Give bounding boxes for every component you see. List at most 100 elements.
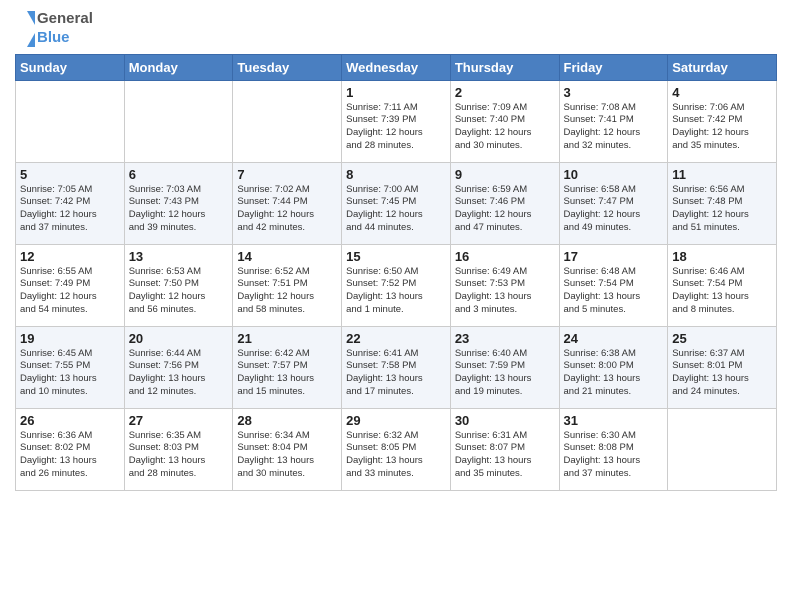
day-cell: 26 Sunrise: 6:36 AM Sunset: 8:02 PM Dayli… — [16, 408, 125, 490]
day-number: 31 — [564, 413, 664, 428]
day-info: Sunrise: 7:05 AM Sunset: 7:42 PM Dayligh… — [20, 184, 120, 235]
day-number: 8 — [346, 167, 446, 182]
day-number: 22 — [346, 331, 446, 346]
day-cell: 21 Sunrise: 6:42 AM Sunset: 7:57 PM Dayli… — [233, 326, 342, 408]
day-cell: 10 Sunrise: 6:58 AM Sunset: 7:47 PM Dayli… — [559, 162, 668, 244]
week-row-4: 19 Sunrise: 6:45 AM Sunset: 7:55 PM Dayli… — [16, 326, 777, 408]
day-cell: 19 Sunrise: 6:45 AM Sunset: 7:55 PM Dayli… — [16, 326, 125, 408]
week-row-3: 12 Sunrise: 6:55 AM Sunset: 7:49 PM Dayli… — [16, 244, 777, 326]
day-cell: 27Sunrise: 6:35 AM Sunset: 8:03 PM Dayli… — [124, 408, 233, 490]
day-cell: 16Sunrise: 6:49 AM Sunset: 7:53 PM Dayli… — [450, 244, 559, 326]
weekday-header-row: SundayMondayTuesdayWednesdayThursdayFrid… — [16, 54, 777, 80]
day-number: 17 — [564, 249, 664, 264]
day-cell: 6Sunrise: 7:03 AM Sunset: 7:43 PM Daylig… — [124, 162, 233, 244]
day-cell: 31Sunrise: 6:30 AM Sunset: 8:08 PM Dayli… — [559, 408, 668, 490]
logo: General Blue — [15, 10, 93, 48]
page: General Blue SundayMondayTuesdayWednesda… — [0, 0, 792, 612]
day-cell — [16, 80, 125, 162]
day-info: Sunrise: 7:09 AM Sunset: 7:40 PM Dayligh… — [455, 102, 555, 153]
day-number: 21 — [237, 331, 337, 346]
day-number: 1 — [346, 85, 446, 100]
day-cell: 22 Sunrise: 6:41 AM Sunset: 7:58 PM Dayli… — [342, 326, 451, 408]
day-info: Sunrise: 6:32 AM Sunset: 8:05 PM Dayligh… — [346, 430, 446, 481]
weekday-header-sunday: Sunday — [16, 54, 125, 80]
day-number: 29 — [346, 413, 446, 428]
day-info: Sunrise: 6:55 AM Sunset: 7:49 PM Dayligh… — [20, 266, 120, 317]
day-number: 14 — [237, 249, 337, 264]
day-info: Sunrise: 6:45 AM Sunset: 7:55 PM Dayligh… — [20, 348, 120, 399]
day-number: 15 — [346, 249, 446, 264]
day-info: Sunrise: 6:38 AM Sunset: 8:00 PM Dayligh… — [564, 348, 664, 399]
weekday-header-saturday: Saturday — [668, 54, 777, 80]
day-number: 4 — [672, 85, 772, 100]
logo-icon — [15, 11, 35, 47]
day-info: Sunrise: 7:02 AM Sunset: 7:44 PM Dayligh… — [237, 184, 337, 235]
day-number: 12 — [20, 249, 120, 264]
day-number: 19 — [20, 331, 120, 346]
day-info: Sunrise: 7:08 AM Sunset: 7:41 PM Dayligh… — [564, 102, 664, 153]
day-info: Sunrise: 7:03 AM Sunset: 7:43 PM Dayligh… — [129, 184, 229, 235]
day-number: 11 — [672, 167, 772, 182]
day-cell: 4 Sunrise: 7:06 AM Sunset: 7:42 PM Daylig… — [668, 80, 777, 162]
day-number: 10 — [564, 167, 664, 182]
day-info: Sunrise: 6:59 AM Sunset: 7:46 PM Dayligh… — [455, 184, 555, 235]
day-cell: 23Sunrise: 6:40 AM Sunset: 7:59 PM Dayli… — [450, 326, 559, 408]
day-cell: 9 Sunrise: 6:59 AM Sunset: 7:46 PM Daylig… — [450, 162, 559, 244]
day-info: Sunrise: 6:35 AM Sunset: 8:03 PM Dayligh… — [129, 430, 229, 481]
day-cell — [233, 80, 342, 162]
day-number: 24 — [564, 331, 664, 346]
day-cell: 12 Sunrise: 6:55 AM Sunset: 7:49 PM Dayli… — [16, 244, 125, 326]
day-number: 20 — [129, 331, 229, 346]
day-cell: 11 Sunrise: 6:56 AM Sunset: 7:48 PM Dayli… — [668, 162, 777, 244]
day-number: 3 — [564, 85, 664, 100]
day-cell: 7 Sunrise: 7:02 AM Sunset: 7:44 PM Daylig… — [233, 162, 342, 244]
day-info: Sunrise: 6:52 AM Sunset: 7:51 PM Dayligh… — [237, 266, 337, 317]
day-info: Sunrise: 6:41 AM Sunset: 7:58 PM Dayligh… — [346, 348, 446, 399]
day-number: 30 — [455, 413, 555, 428]
day-info: Sunrise: 6:58 AM Sunset: 7:47 PM Dayligh… — [564, 184, 664, 235]
day-cell: 8 Sunrise: 7:00 AM Sunset: 7:45 PM Daylig… — [342, 162, 451, 244]
day-info: Sunrise: 6:36 AM Sunset: 8:02 PM Dayligh… — [20, 430, 120, 481]
logo-container: General Blue — [15, 10, 93, 48]
day-cell: 15 Sunrise: 6:50 AM Sunset: 7:52 PM Dayli… — [342, 244, 451, 326]
day-cell: 25 Sunrise: 6:37 AM Sunset: 8:01 PM Dayli… — [668, 326, 777, 408]
day-info: Sunrise: 6:56 AM Sunset: 7:48 PM Dayligh… — [672, 184, 772, 235]
day-cell: 17 Sunrise: 6:48 AM Sunset: 7:54 PM Dayli… — [559, 244, 668, 326]
day-info: Sunrise: 6:37 AM Sunset: 8:01 PM Dayligh… — [672, 348, 772, 399]
day-number: 26 — [20, 413, 120, 428]
day-info: Sunrise: 6:50 AM Sunset: 7:52 PM Dayligh… — [346, 266, 446, 317]
day-number: 2 — [455, 85, 555, 100]
weekday-header-tuesday: Tuesday — [233, 54, 342, 80]
day-info: Sunrise: 6:46 AM Sunset: 7:54 PM Dayligh… — [672, 266, 772, 317]
weekday-header-monday: Monday — [124, 54, 233, 80]
day-number: 5 — [20, 167, 120, 182]
day-info: Sunrise: 7:00 AM Sunset: 7:45 PM Dayligh… — [346, 184, 446, 235]
logo-line1: General — [37, 10, 93, 29]
day-info: Sunrise: 6:40 AM Sunset: 7:59 PM Dayligh… — [455, 348, 555, 399]
day-number: 28 — [237, 413, 337, 428]
day-cell: 28 Sunrise: 6:34 AM Sunset: 8:04 PM Dayli… — [233, 408, 342, 490]
day-number: 18 — [672, 249, 772, 264]
day-number: 9 — [455, 167, 555, 182]
week-row-1: 1 Sunrise: 7:11 AM Sunset: 7:39 PM Daylig… — [16, 80, 777, 162]
day-info: Sunrise: 6:48 AM Sunset: 7:54 PM Dayligh… — [564, 266, 664, 317]
day-info: Sunrise: 6:42 AM Sunset: 7:57 PM Dayligh… — [237, 348, 337, 399]
day-cell — [668, 408, 777, 490]
day-info: Sunrise: 7:11 AM Sunset: 7:39 PM Dayligh… — [346, 102, 446, 153]
day-number: 7 — [237, 167, 337, 182]
header: General Blue — [15, 10, 777, 48]
day-cell: 2 Sunrise: 7:09 AM Sunset: 7:40 PM Daylig… — [450, 80, 559, 162]
day-number: 25 — [672, 331, 772, 346]
day-cell: 30 Sunrise: 6:31 AM Sunset: 8:07 PM Dayli… — [450, 408, 559, 490]
day-info: Sunrise: 6:31 AM Sunset: 8:07 PM Dayligh… — [455, 430, 555, 481]
week-row-2: 5 Sunrise: 7:05 AM Sunset: 7:42 PM Daylig… — [16, 162, 777, 244]
day-cell: 3 Sunrise: 7:08 AM Sunset: 7:41 PM Daylig… — [559, 80, 668, 162]
logo-line2: Blue — [37, 29, 93, 48]
weekday-header-thursday: Thursday — [450, 54, 559, 80]
day-cell: 5 Sunrise: 7:05 AM Sunset: 7:42 PM Daylig… — [16, 162, 125, 244]
day-info: Sunrise: 6:34 AM Sunset: 8:04 PM Dayligh… — [237, 430, 337, 481]
weekday-header-wednesday: Wednesday — [342, 54, 451, 80]
day-cell: 14 Sunrise: 6:52 AM Sunset: 7:51 PM Dayli… — [233, 244, 342, 326]
day-info: Sunrise: 7:06 AM Sunset: 7:42 PM Dayligh… — [672, 102, 772, 153]
day-cell: 13Sunrise: 6:53 AM Sunset: 7:50 PM Dayli… — [124, 244, 233, 326]
